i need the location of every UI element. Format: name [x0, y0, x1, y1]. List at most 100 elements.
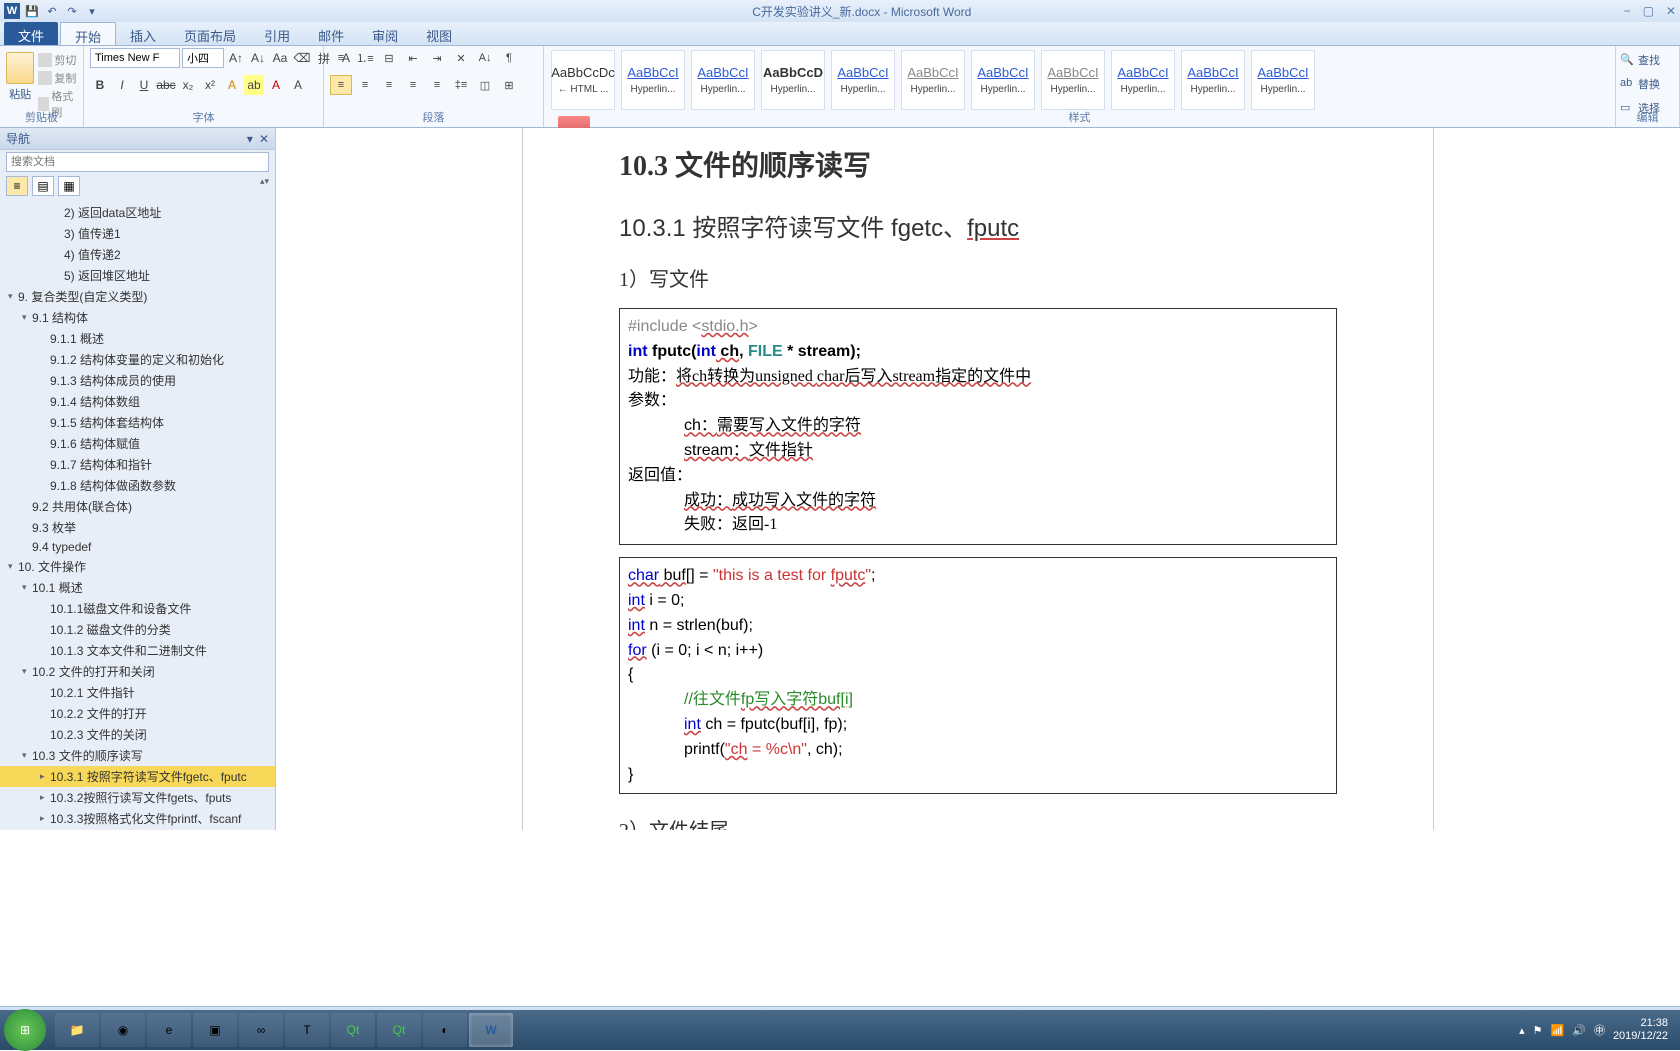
close-icon[interactable]: ✕: [1666, 4, 1676, 18]
tab-references[interactable]: 引用: [250, 22, 304, 45]
tray-ime-icon[interactable]: ㊥: [1594, 1022, 1605, 1038]
tb-vs[interactable]: ∞: [239, 1013, 283, 1047]
tab-view[interactable]: 视图: [412, 22, 466, 45]
style-item[interactable]: AaBbCcIHyperlin...: [691, 50, 755, 110]
style-item[interactable]: AaBbCcIHyperlin...: [901, 50, 965, 110]
paste-button[interactable]: 粘贴: [6, 48, 34, 102]
bold-button[interactable]: B: [90, 75, 110, 95]
line-spacing-icon[interactable]: ‡≡: [450, 75, 472, 95]
superscript-button[interactable]: x²: [200, 75, 220, 95]
nav-tree-item[interactable]: 10.2.3 文件的关闭: [0, 724, 275, 745]
tb-word[interactable]: W: [469, 1013, 513, 1047]
nav-tree-item[interactable]: ▾9. 复合类型(自定义类型): [0, 286, 275, 307]
align-center-icon[interactable]: ≡: [354, 75, 376, 95]
style-item[interactable]: AaBbCcIHyperlin...: [1181, 50, 1245, 110]
tb-chrome[interactable]: ◉: [101, 1013, 145, 1047]
tab-review[interactable]: 审阅: [358, 22, 412, 45]
tb-qt2[interactable]: Qt: [377, 1013, 421, 1047]
nav-tree-item[interactable]: 9.1.6 结构体赋值: [0, 433, 275, 454]
nav-tree-item[interactable]: 5) 返回堆区地址: [0, 265, 275, 286]
justify-icon[interactable]: ≡: [402, 75, 424, 95]
nav-tree-item[interactable]: 9.3 枚举: [0, 517, 275, 538]
nav-tree-item[interactable]: 9.1.5 结构体套结构体: [0, 412, 275, 433]
align-right-icon[interactable]: ≡: [378, 75, 400, 95]
nav-tree-item[interactable]: ▾10.3 文件的顺序读写: [0, 745, 275, 766]
multilevel-icon[interactable]: ⊟: [378, 48, 400, 68]
italic-button[interactable]: I: [112, 75, 132, 95]
grow-font-icon[interactable]: A↑: [226, 48, 246, 68]
redo-icon[interactable]: ↷: [64, 3, 80, 19]
nav-tree-item[interactable]: 10.1.2 磁盘文件的分类: [0, 619, 275, 640]
minimize-icon[interactable]: −: [1624, 4, 1631, 18]
style-item[interactable]: AaBbCcDc← HTML ...: [551, 50, 615, 110]
font-size-combo[interactable]: 小四: [182, 48, 224, 68]
nav-tree-item[interactable]: 9.1.4 结构体数组: [0, 391, 275, 412]
tab-layout[interactable]: 页面布局: [170, 22, 250, 45]
bullets-icon[interactable]: ≡: [330, 48, 352, 68]
sort-icon[interactable]: A↓: [474, 48, 496, 68]
nav-close-icon[interactable]: ✕: [259, 132, 269, 146]
tray-network-icon[interactable]: 📶: [1551, 1024, 1565, 1037]
find-button[interactable]: 🔍查找: [1620, 50, 1660, 70]
nav-tab-pages[interactable]: ▤: [32, 176, 54, 196]
strike-button[interactable]: abc: [156, 75, 176, 95]
nav-tree-item[interactable]: 9.1.3 结构体成员的使用: [0, 370, 275, 391]
tab-home[interactable]: 开始: [60, 22, 116, 45]
start-button[interactable]: ⊞: [4, 1009, 46, 1051]
nav-tree-item[interactable]: 9.1.7 结构体和指针: [0, 454, 275, 475]
nav-tree-item[interactable]: 2) 返回data区地址: [0, 202, 275, 223]
tb-notepad[interactable]: T: [285, 1013, 329, 1047]
style-item[interactable]: AaBbCcIHyperlin...: [1041, 50, 1105, 110]
save-icon[interactable]: 💾: [24, 3, 40, 19]
shading-icon[interactable]: ◫: [474, 75, 496, 95]
text-effects-icon[interactable]: A: [222, 75, 242, 95]
style-item[interactable]: AaBbCcDHyperlin...: [761, 50, 825, 110]
tab-insert[interactable]: 插入: [116, 22, 170, 45]
nav-tree-item[interactable]: ▸10.3.4按照块读写文件fread、fwrite: [0, 829, 275, 830]
nav-tree-item[interactable]: 3) 值传递1: [0, 223, 275, 244]
nav-tab-results[interactable]: ▦: [58, 176, 80, 196]
nav-tree-item[interactable]: 10.2.1 文件指针: [0, 682, 275, 703]
replace-button[interactable]: ab替换: [1620, 74, 1660, 94]
style-item[interactable]: AaBbCcIHyperlin...: [1251, 50, 1315, 110]
nav-tree-item[interactable]: 10.1.1磁盘文件和设备文件: [0, 598, 275, 619]
distributed-icon[interactable]: ≡: [426, 75, 448, 95]
char-shading-icon[interactable]: A: [288, 75, 308, 95]
nav-tree-item[interactable]: ▸10.3.3按照格式化文件fprintf、fscanf: [0, 808, 275, 829]
clock[interactable]: 21:38 2019/12/22: [1613, 1017, 1676, 1043]
change-case-icon[interactable]: Aa: [270, 48, 290, 68]
nav-dropdown-icon[interactable]: ▾: [247, 132, 253, 146]
numbering-icon[interactable]: ⒈≡: [354, 48, 376, 68]
tb-explorer[interactable]: 📁: [55, 1013, 99, 1047]
nav-tree-item[interactable]: 10.1.3 文本文件和二进制文件: [0, 640, 275, 661]
tray-flag-icon[interactable]: ⚑: [1533, 1024, 1543, 1037]
subscript-button[interactable]: x₂: [178, 75, 198, 95]
copy-button[interactable]: 复制: [38, 70, 77, 86]
nav-tree-item[interactable]: 10.2.2 文件的打开: [0, 703, 275, 724]
nav-tree-item[interactable]: 9.4 typedef: [0, 538, 275, 556]
nav-tree-item[interactable]: 4) 值传递2: [0, 244, 275, 265]
cut-button[interactable]: 剪切: [38, 52, 77, 68]
undo-icon[interactable]: ↶: [44, 3, 60, 19]
asian-layout-icon[interactable]: ✕: [450, 48, 472, 68]
nav-tab-headings[interactable]: ≡: [6, 176, 28, 196]
style-item[interactable]: AaBbCcIHyperlin...: [971, 50, 1035, 110]
document-area[interactable]: 10.3 文件的顺序读写 10.3.1 按照字符读写文件 fgetc、fputc…: [276, 128, 1680, 830]
tray-up-icon[interactable]: ▴: [1519, 1024, 1525, 1037]
clear-format-icon[interactable]: ⌫: [292, 48, 312, 68]
nav-tree-item[interactable]: ▾10.1 概述: [0, 577, 275, 598]
align-left-icon[interactable]: ≡: [330, 75, 352, 95]
tb-edge[interactable]: e: [147, 1013, 191, 1047]
style-item[interactable]: AaBbCcIHyperlin...: [621, 50, 685, 110]
tb-sublime[interactable]: ▣: [193, 1013, 237, 1047]
borders-icon[interactable]: ⊞: [498, 75, 520, 95]
font-name-combo[interactable]: Times New F: [90, 48, 180, 68]
tab-file[interactable]: 文件: [4, 22, 58, 45]
nav-tree-item[interactable]: 9.1.1 概述: [0, 328, 275, 349]
tb-app[interactable]: ◐: [423, 1013, 467, 1047]
nav-tree-item[interactable]: 9.1.2 结构体变量的定义和初始化: [0, 349, 275, 370]
nav-tree-item[interactable]: ▸10.3.1 按照字符读写文件fgetc、fputc: [0, 766, 275, 787]
tb-qt1[interactable]: Qt: [331, 1013, 375, 1047]
tray-volume-icon[interactable]: 🔊: [1572, 1024, 1586, 1037]
nav-tree-item[interactable]: 9.1.8 结构体做函数参数: [0, 475, 275, 496]
